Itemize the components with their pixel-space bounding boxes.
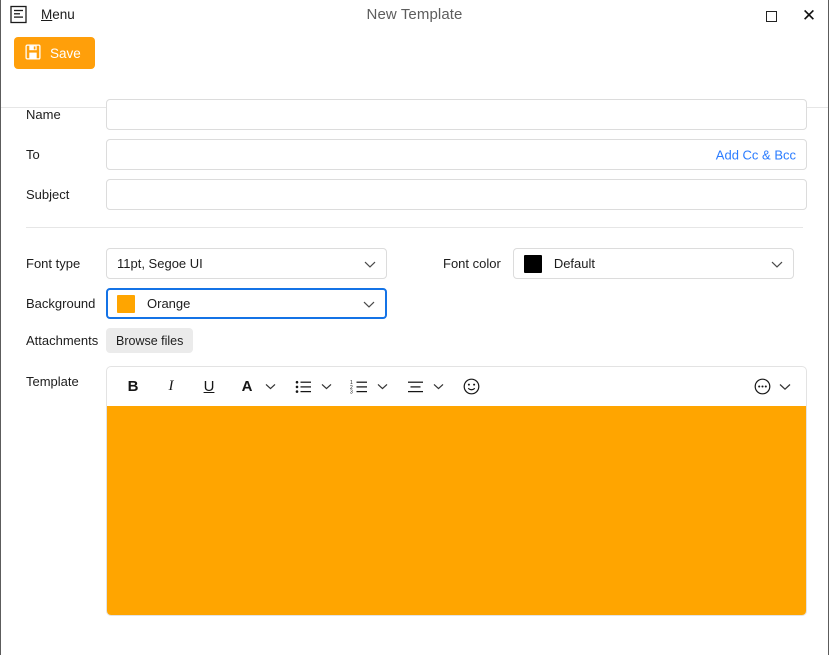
editor-toolbar: B I U A 1 2 3 (107, 367, 806, 406)
to-label: To (26, 147, 40, 162)
background-label: Background (26, 296, 96, 311)
align-chevron-icon[interactable] (429, 373, 447, 401)
options-section: Font type 11pt, Segoe UI Font color Defa… (1, 228, 828, 616)
floppy-disk-save-icon (25, 43, 41, 63)
field-row-to: To Add Cc & Bcc (1, 139, 828, 170)
window-controls: ✕ (752, 0, 828, 33)
maximize-button[interactable] (752, 0, 790, 33)
template-body[interactable] (107, 406, 806, 615)
close-button[interactable]: ✕ (790, 0, 828, 33)
name-label: Name (26, 107, 61, 122)
background-value: Orange (147, 296, 191, 311)
numbered-list-icon[interactable]: 1 2 3 (345, 373, 373, 401)
to-input[interactable]: Add Cc & Bcc (106, 139, 807, 170)
subject-input[interactable] (106, 179, 807, 210)
font-color-label: Font color (443, 256, 501, 271)
maximize-icon (765, 11, 777, 22)
template-row: Template B I U A 1 2 3 (1, 366, 828, 616)
command-bar: Save (1, 33, 828, 108)
font-color-value: Default (553, 256, 596, 271)
option-row-background: Background Orange (1, 288, 828, 319)
editor-toolbar-overflow (748, 373, 794, 401)
background-swatch (117, 294, 135, 313)
save-button[interactable]: Save (14, 37, 95, 69)
chevron-down-icon (771, 256, 783, 271)
font-color-swatch (523, 254, 542, 273)
more-options-icon[interactable] (748, 373, 776, 401)
more-options-chevron-icon[interactable] (776, 373, 794, 401)
new-template-window: Menu New Template ✕ Save Name To Add Cc … (0, 0, 829, 655)
svg-text:3: 3 (350, 389, 353, 393)
close-icon: ✕ (801, 6, 817, 26)
align-icon[interactable] (401, 373, 429, 401)
save-label: Save (50, 45, 81, 61)
emoji-icon[interactable] (457, 373, 485, 401)
field-row-subject: Subject (1, 179, 828, 210)
name-input[interactable] (106, 99, 807, 130)
underline-icon[interactable]: U (195, 373, 223, 401)
chevron-down-icon (364, 256, 376, 271)
page-title: New Template (366, 6, 463, 23)
font-type-value: 11pt, Segoe UI (117, 256, 203, 271)
bullet-list-chevron-icon[interactable] (317, 373, 335, 401)
add-cc-bcc-link[interactable]: Add Cc & Bcc (716, 147, 796, 162)
italic-icon[interactable]: I (157, 373, 185, 401)
chevron-down-icon (363, 296, 375, 311)
bullet-list-icon[interactable] (289, 373, 317, 401)
header-fields: Name To Add Cc & Bcc Subject (1, 75, 828, 228)
attachments-label: Attachments (26, 333, 99, 348)
template-editor: B I U A 1 2 3 (106, 366, 807, 616)
font-type-label: Font type (26, 256, 81, 271)
font-color-icon[interactable]: A (233, 373, 261, 401)
browse-files-button[interactable]: Browse files (106, 328, 194, 353)
background-select[interactable]: Orange (106, 288, 387, 319)
font-type-select[interactable]: 11pt, Segoe UI (106, 248, 387, 279)
numbered-list-chevron-icon[interactable] (373, 373, 391, 401)
template-label: Template (26, 374, 79, 389)
titlebar: Menu New Template ✕ (1, 0, 828, 33)
font-color-select[interactable]: Default (512, 248, 794, 279)
subject-label: Subject (26, 187, 70, 202)
field-row-name: Name (1, 99, 828, 130)
option-row-font: Font type 11pt, Segoe UI Font color Defa… (1, 248, 828, 279)
font-color-chevron-icon[interactable] (261, 373, 279, 401)
bold-icon[interactable]: B (119, 373, 147, 401)
option-row-attachments: Attachments Browse files (1, 328, 828, 353)
